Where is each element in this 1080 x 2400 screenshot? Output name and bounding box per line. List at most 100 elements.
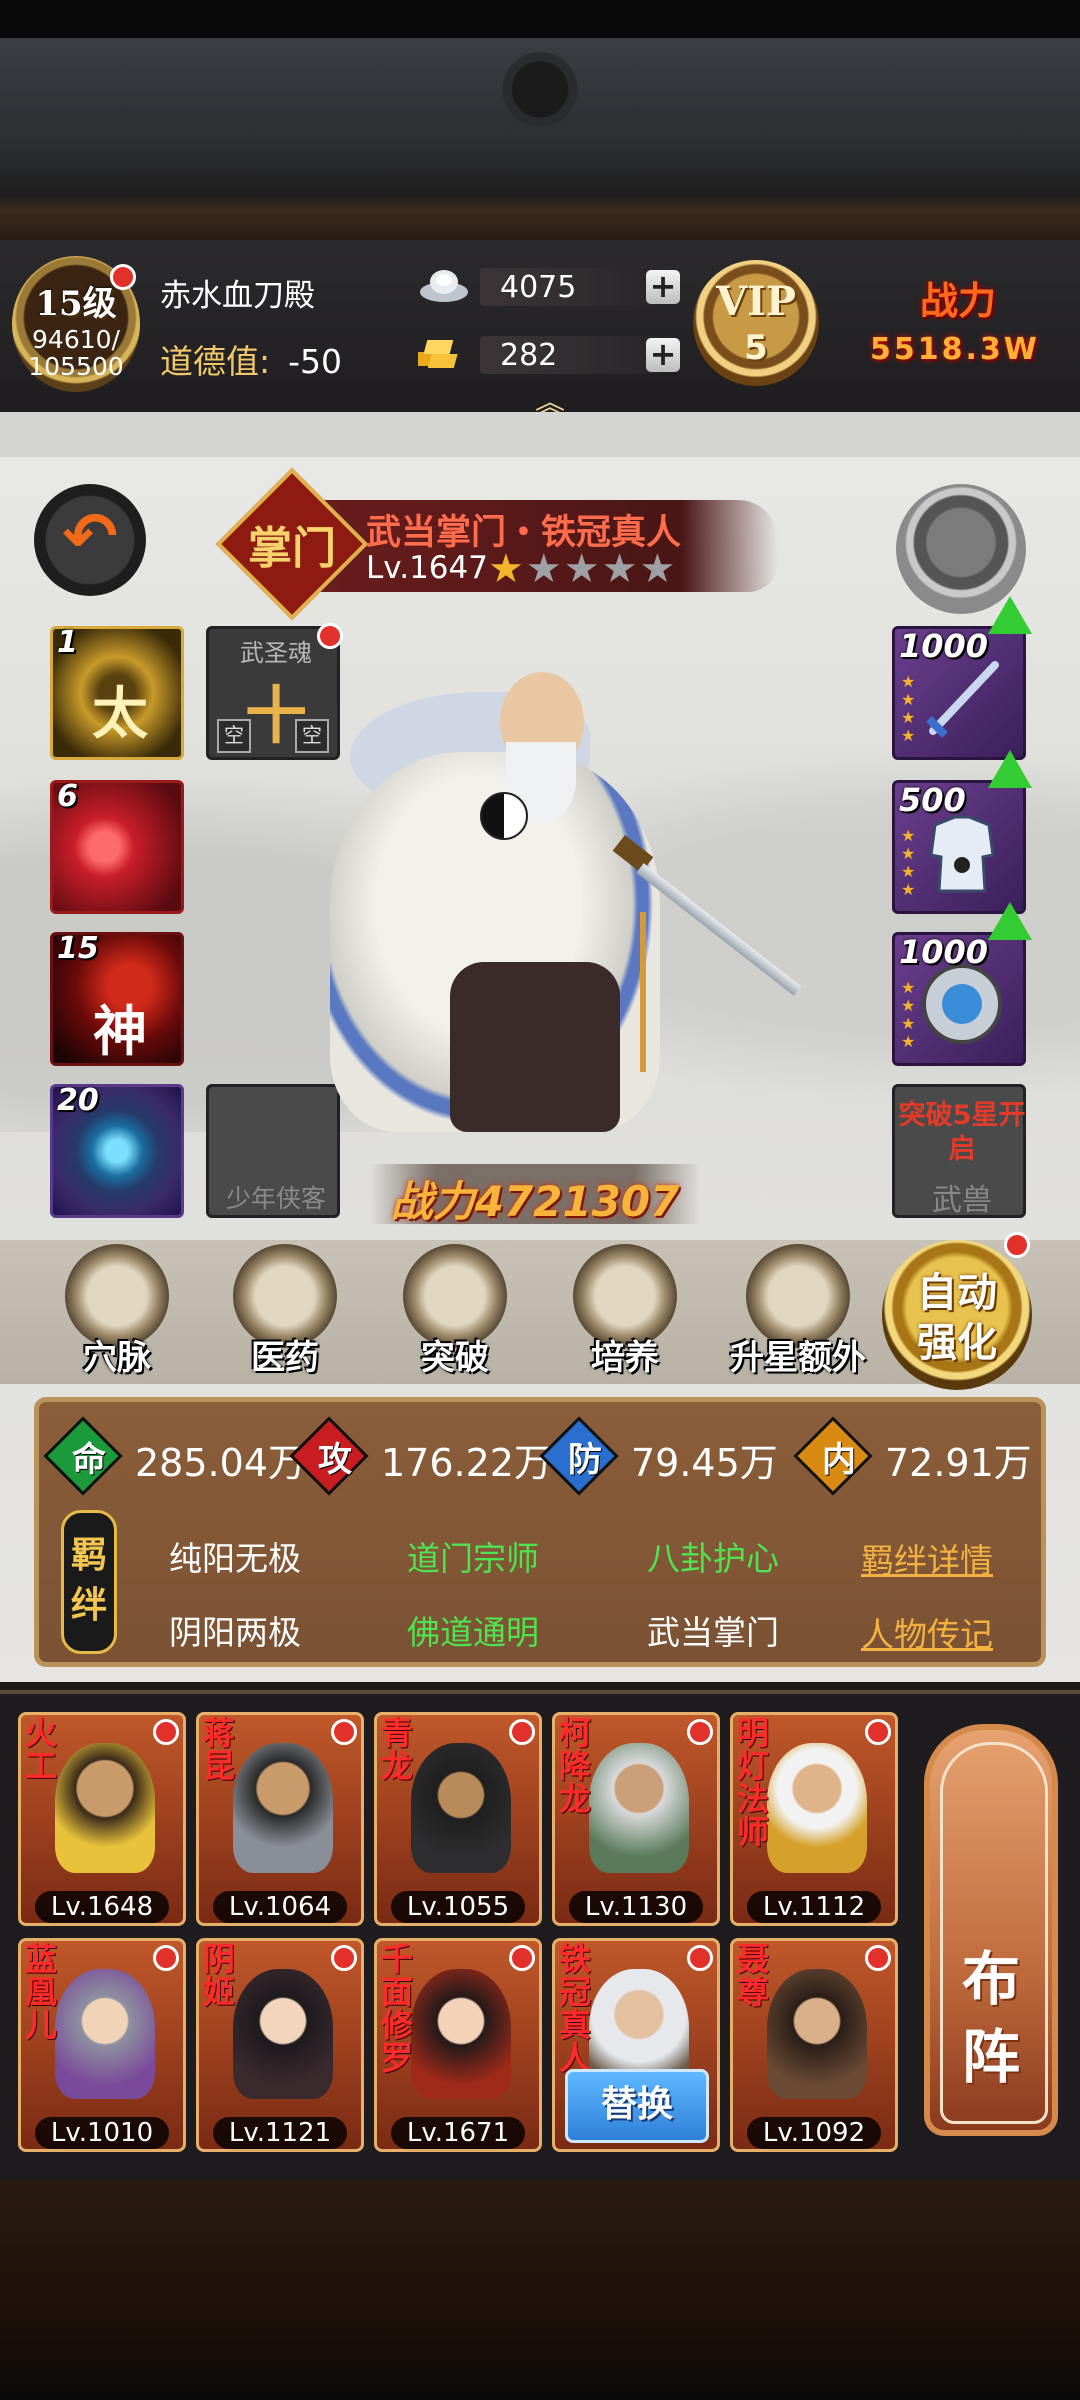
gear-stars: ★ ★ ★ ★ [901,672,916,745]
hero-card-portrait [55,1969,155,2099]
star-empty-icon: ★ [639,546,678,592]
hero-card[interactable]: 明灯法师 Lv.1112 [730,1712,898,1926]
sword-icon [636,863,802,996]
gold-amount: 282 [500,338,558,373]
hero-card-level: Lv.1010 [35,2117,169,2149]
sword-tassel [640,912,646,1072]
hero-card-portrait [233,1969,333,2099]
hero-card-level: Lv.1112 [747,1891,881,1923]
function-bar: 穴脉 医药 突破 培养 升星额外 自动 强化 [0,1232,1080,1390]
auto-enhance-label: 自动 强化 [882,1268,1032,1368]
roof-ornament-icon [470,40,610,150]
hero-card-portrait [411,1969,511,2099]
roof-background [0,0,1080,240]
bond-item: 阴阳两极 [169,1613,301,1652]
attack-value: 176.22万 [381,1441,552,1485]
function-label: 突破 [421,1338,489,1378]
skill-slot-1[interactable]: 太 1 [50,625,184,760]
hero-card-level: Lv.1671 [391,2117,525,2149]
hero-card-portrait [767,1969,867,2099]
total-power-value: 5518.3W [870,332,1040,367]
accessory-slot[interactable]: ★ ★ ★ ★ 1000 [892,932,1026,1066]
sword-icon [926,661,999,738]
player-level-badge[interactable]: 15级 94610/ 105500 [12,256,140,392]
auto-enhance-button[interactable]: 自动 强化 [882,1232,1032,1390]
hp-icon-label: 命 [72,1440,106,1480]
bond-item: 八卦护心 [647,1539,779,1578]
hero-card[interactable]: 千面修罗 Lv.1671 [374,1938,542,2152]
bagua-mirror-icon [922,964,1002,1044]
hero-card[interactable]: 青龙 Lv.1055 [374,1712,542,1926]
soul-empty-left: 空 [217,719,251,753]
gear-stars: ★ ★ ★ ★ [901,826,916,899]
panel-top-band [0,412,1080,457]
formation-label: 布阵 [961,1945,1020,2091]
hero-card[interactable]: 聂尊 Lv.1092 [730,1938,898,2152]
defense-value: 79.45万 [631,1441,778,1485]
biography-link[interactable]: 人物传记 [861,1608,993,1656]
hero-card[interactable]: 蒋昆 Lv.1064 [196,1712,364,1926]
hero-card-name: 蓝凰儿 [25,1940,58,2044]
skill-level: 15 [57,931,99,966]
breakthrough-button[interactable]: 突破 [390,1244,520,1380]
cultivate-button[interactable]: 培养 [560,1244,690,1380]
hero-card-portrait [55,1743,155,1873]
internal-value: 72.91万 [885,1441,1032,1485]
exp-display: 94610/ 105500 [12,326,140,380]
medicine-button[interactable]: 医药 [220,1244,350,1380]
notification-dot [331,1945,357,1971]
silver-amount: 4075 [500,270,577,305]
hero-card[interactable]: 火工 Lv.1648 [18,1712,186,1926]
vip-badge[interactable]: VIP 5 [693,260,819,386]
skill-slot-2[interactable]: 6 [50,779,184,914]
star-up-extra-button[interactable]: 升星额外 [728,1244,868,1380]
sect-seal-text: 掌门 [248,523,336,574]
hero-card-level: Lv.1055 [391,1891,525,1923]
add-gold-button[interactable]: + [646,338,680,372]
hero-card-name: 铁冠真人 [559,1940,592,2077]
chevron-up-icon[interactable]: ︽ [528,378,572,421]
martial-beast-slot[interactable]: 突破5星开启 武兽 [892,1084,1026,1218]
morality-label: 道德值: [160,342,271,381]
vip-level: 5 [744,328,768,368]
hero-card-name: 柯降龙 [559,1714,592,1818]
notification-dot [687,1719,713,1745]
vip-label: VIP [716,278,796,325]
hero-card-portrait [233,1743,333,1873]
hero-card[interactable]: 阴姬 Lv.1121 [196,1938,364,2152]
skill-slot-4[interactable]: 20 [50,1083,184,1218]
gold-row: 282 + [418,328,688,380]
formation-button[interactable]: 布阵 [924,1724,1058,2136]
notification-dot [153,1945,179,1971]
swap-button[interactable]: 替换 [565,2069,709,2143]
hero-power-value: 战力4721307 [390,1177,680,1226]
meditation-statue-button[interactable] [896,484,1026,614]
defense-icon-label: 防 [568,1440,602,1480]
acupoint-button[interactable]: 穴脉 [52,1244,182,1380]
bond-item: 纯阳无极 [169,1539,301,1578]
star-empty-icon: ★ [563,546,602,592]
hero-panel: ↶ 掌门 武当掌门・铁冠真人 Lv.1647 ★★★★★ 太 1 武圣魂 十 空… [0,412,1080,1682]
hero-level: Lv.1647 [366,550,488,586]
hero-card-portrait [411,1743,511,1873]
armor-icon [929,815,995,893]
hero-card-name: 青龙 [381,1714,414,1785]
bond-item: 佛道通明 [407,1613,539,1652]
hero-card[interactable]: 蓝凰儿 Lv.1010 [18,1938,186,2152]
hero-card[interactable]: 铁冠真人 替换 [552,1938,720,2152]
game-screen: 15级 94610/ 105500 赤水血刀殿 道德值: -50 4075 + [0,0,1080,2400]
player-name: 赤水血刀殿 [160,278,315,314]
back-button[interactable]: ↶ [34,484,146,596]
hero-card-portrait [589,1743,689,1873]
hero-card[interactable]: 柯降龙 Lv.1130 [552,1712,720,1926]
hero-card-name: 阴姬 [203,1940,236,2011]
add-silver-button[interactable]: + [646,270,680,304]
bond-details-link[interactable]: 羁绊详情 [861,1534,993,1582]
hp-value: 285.04万 [135,1441,306,1485]
star-empty-icon: ★ [601,546,640,592]
skill-slot-3[interactable]: 神 15 [50,931,184,1066]
function-label: 培养 [591,1338,659,1378]
star-filled-icon: ★ [488,546,526,592]
armor-slot[interactable]: ★ ★ ★ ★ 500 [892,780,1026,914]
weapon-slot[interactable]: ★ ★ ★ ★ 1000 [892,626,1026,760]
